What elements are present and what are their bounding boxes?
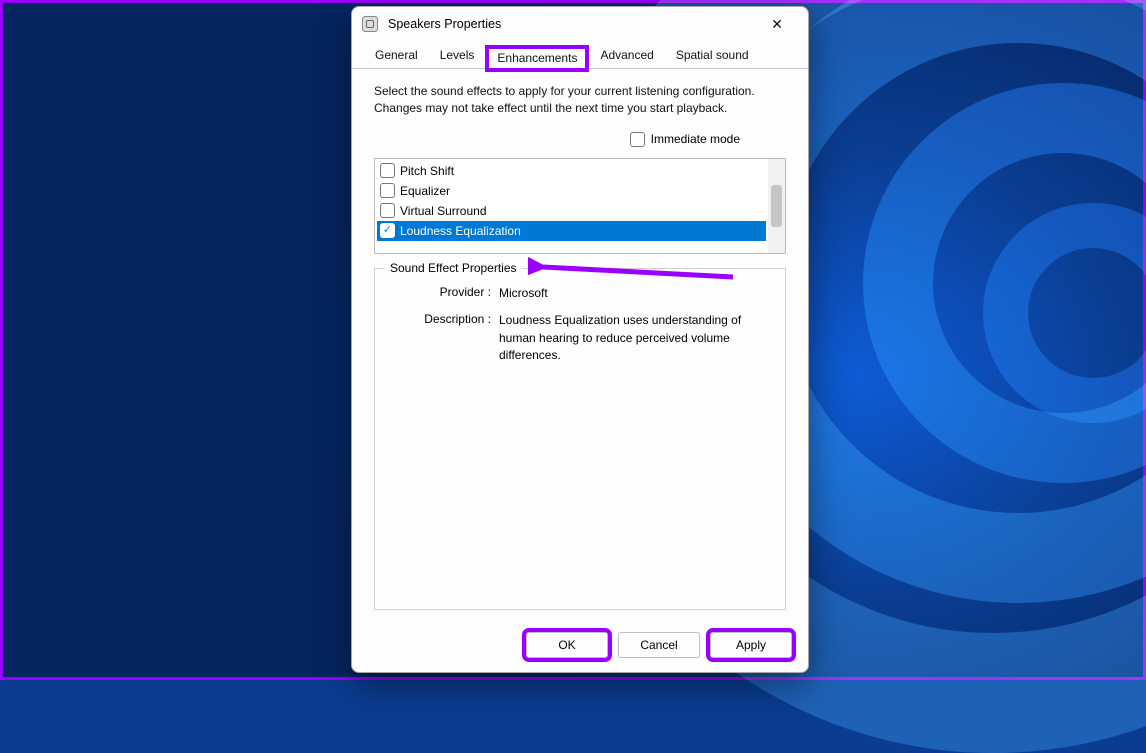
window-title: Speakers Properties [388,17,501,31]
tab-spatial-sound[interactable]: Spatial sound [665,43,760,68]
list-item-label: Virtual Surround [400,204,487,218]
tab-enhancements[interactable]: Enhancements [485,45,589,72]
scrollbar[interactable] [768,159,785,253]
dialog-button-row: OK Cancel Apply [352,618,808,672]
tab-strip: General Levels Enhancements Advanced Spa… [352,41,808,69]
checkbox-checked-icon: ✓ [380,223,395,238]
checkbox-icon [380,183,395,198]
cancel-button[interactable]: Cancel [618,632,700,658]
immediate-mode-checkbox[interactable]: Immediate mode [630,132,740,147]
checkbox-icon [380,203,395,218]
sound-effect-properties-group: Sound Effect Properties Provider : Micro… [374,268,786,610]
provider-value: Microsoft [499,285,771,302]
checkbox-icon [380,163,395,178]
group-title: Sound Effect Properties [385,261,522,275]
intro-text: Select the sound effects to apply for yo… [374,83,786,118]
list-item-label: Equalizer [400,184,450,198]
speakers-properties-dialog: Speakers Properties ✕ General Levels Enh… [351,6,809,673]
list-item-label: Loudness Equalization [400,224,521,238]
provider-label: Provider : [389,285,499,302]
titlebar[interactable]: Speakers Properties ✕ [352,7,808,41]
description-value: Loudness Equalization uses understanding… [499,312,771,364]
immediate-mode-label: Immediate mode [651,132,740,146]
description-label: Description : [389,312,499,364]
list-item-pitch-shift[interactable]: Pitch Shift [377,161,766,181]
list-item-equalizer[interactable]: Equalizer [377,181,766,201]
close-icon[interactable]: ✕ [756,10,798,38]
speaker-icon [362,16,378,32]
tab-panel-enhancements: Select the sound effects to apply for yo… [352,69,808,618]
tab-general[interactable]: General [364,43,429,68]
list-item-loudness-equalization[interactable]: ✓ Loudness Equalization [377,221,766,241]
effects-listbox[interactable]: Pitch Shift Equalizer Virtual Surround ✓… [374,158,786,254]
tab-advanced[interactable]: Advanced [589,43,664,68]
apply-button[interactable]: Apply [710,632,792,658]
tab-levels[interactable]: Levels [429,43,486,68]
ok-button[interactable]: OK [526,632,608,658]
list-item-label: Pitch Shift [400,164,454,178]
scrollbar-thumb[interactable] [771,185,782,227]
checkbox-icon [630,132,645,147]
list-item-virtual-surround[interactable]: Virtual Surround [377,201,766,221]
